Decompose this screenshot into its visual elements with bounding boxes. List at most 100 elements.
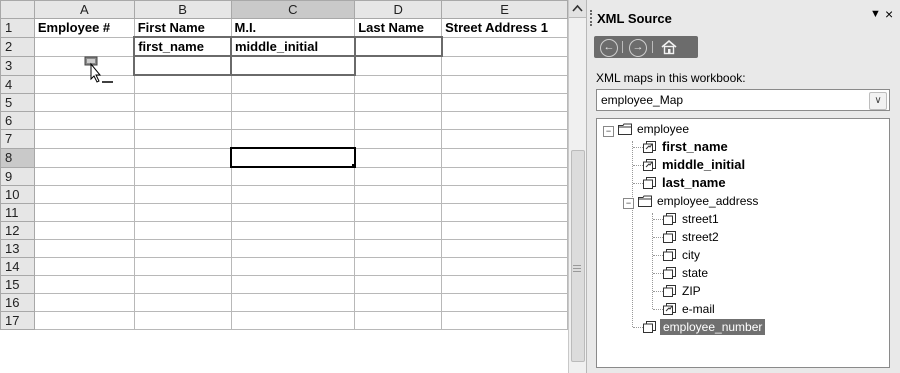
cell[interactable] <box>441 111 568 130</box>
cell-c3[interactable] <box>230 55 356 76</box>
cell[interactable] <box>354 147 443 168</box>
cell[interactable] <box>230 111 356 130</box>
cell[interactable] <box>33 239 135 258</box>
cell[interactable] <box>441 166 568 186</box>
cell[interactable] <box>441 221 568 240</box>
collapse-toggle[interactable]: − <box>603 126 614 137</box>
row-header-13[interactable]: 13 <box>0 239 35 258</box>
cell[interactable] <box>441 185 568 204</box>
cell[interactable] <box>230 129 356 149</box>
cell[interactable] <box>133 147 232 168</box>
row-header-10[interactable]: 10 <box>0 185 35 204</box>
cell-e1[interactable]: Street Address 1 <box>441 18 568 38</box>
row-header-14[interactable]: 14 <box>0 257 35 276</box>
cell[interactable] <box>441 93 568 112</box>
cell[interactable] <box>133 311 232 330</box>
cell[interactable] <box>230 275 356 294</box>
row-header-11[interactable]: 11 <box>0 203 35 222</box>
pane-close-button[interactable]: × <box>885 6 893 22</box>
cell[interactable] <box>230 239 356 258</box>
home-icon[interactable] <box>660 39 678 55</box>
row-header-9[interactable]: 9 <box>0 166 35 186</box>
cell[interactable] <box>133 275 232 294</box>
tree-node-zip[interactable]: ZIP <box>660 283 810 299</box>
cell[interactable] <box>441 257 568 276</box>
cell[interactable] <box>354 275 443 294</box>
active-cell-c8[interactable] <box>230 147 356 168</box>
cell[interactable] <box>230 221 356 240</box>
cell[interactable] <box>133 129 232 149</box>
select-all-corner[interactable] <box>0 0 35 19</box>
row-header-6[interactable]: 6 <box>0 111 35 130</box>
scroll-thumb[interactable] <box>571 150 585 362</box>
tree-node-email[interactable]: e-mail <box>660 301 810 317</box>
cell[interactable] <box>354 166 443 186</box>
row-header-12[interactable]: 12 <box>0 221 35 240</box>
row-header-8[interactable]: 8 <box>0 147 35 168</box>
cell[interactable] <box>230 311 356 330</box>
cell[interactable] <box>441 293 568 312</box>
column-header-c[interactable]: C <box>230 0 356 19</box>
cell-b3[interactable] <box>133 55 232 76</box>
cell[interactable] <box>230 166 356 186</box>
row-header-15[interactable]: 15 <box>0 275 35 294</box>
tree-node-employee[interactable]: employee <box>615 121 765 137</box>
select-dropdown-button[interactable]: ∨ <box>869 92 887 110</box>
cell[interactable] <box>230 257 356 276</box>
cell[interactable] <box>33 293 135 312</box>
cell[interactable] <box>133 166 232 186</box>
cell[interactable] <box>354 257 443 276</box>
cell[interactable] <box>354 311 443 330</box>
cell[interactable] <box>354 239 443 258</box>
row-header-5[interactable]: 5 <box>0 93 35 112</box>
tree-node-city[interactable]: city <box>660 247 810 263</box>
cell[interactable] <box>33 275 135 294</box>
cell[interactable] <box>33 129 135 149</box>
cell[interactable] <box>33 311 135 330</box>
row-header-4[interactable]: 4 <box>0 74 35 94</box>
cell-b2[interactable]: first_name <box>133 36 232 57</box>
row-header-3[interactable]: 3 <box>0 55 35 76</box>
cell[interactable] <box>441 74 568 94</box>
cell[interactable] <box>441 147 568 168</box>
cell-a1[interactable]: Employee # <box>33 18 135 38</box>
cell[interactable] <box>354 93 443 112</box>
cell[interactable] <box>33 93 135 112</box>
cell[interactable] <box>33 221 135 240</box>
cell[interactable] <box>133 239 232 258</box>
cell[interactable] <box>133 93 232 112</box>
tree-node-street2[interactable]: street2 <box>660 229 810 245</box>
column-header-e[interactable]: E <box>441 0 568 19</box>
cell[interactable] <box>230 93 356 112</box>
cell-a2[interactable] <box>33 36 135 57</box>
cell[interactable] <box>441 275 568 294</box>
cell[interactable] <box>441 55 568 76</box>
row-header-17[interactable]: 17 <box>0 311 35 330</box>
cell[interactable] <box>441 129 568 149</box>
column-header-a[interactable]: A <box>33 0 135 19</box>
cell-c1[interactable]: M.I. <box>230 18 356 38</box>
cell[interactable] <box>354 203 443 222</box>
tree-node-employee-number[interactable]: employee_number <box>640 319 820 335</box>
cell[interactable] <box>133 221 232 240</box>
cell[interactable] <box>354 55 443 76</box>
column-header-b[interactable]: B <box>133 0 232 19</box>
back-button[interactable]: ← <box>600 39 618 57</box>
cell[interactable] <box>33 147 135 168</box>
cell[interactable] <box>230 203 356 222</box>
row-header-1[interactable]: 1 <box>0 18 35 38</box>
cell[interactable] <box>441 239 568 258</box>
cell-b1[interactable]: First Name <box>133 18 232 38</box>
cell[interactable] <box>33 185 135 204</box>
row-header-2[interactable]: 2 <box>0 36 35 57</box>
xml-element-tree[interactable]: − employee first_name middle_initial las… <box>596 118 890 368</box>
tree-node-employee-address[interactable]: employee_address <box>635 193 805 209</box>
cell[interactable] <box>33 166 135 186</box>
cell[interactable] <box>133 111 232 130</box>
cell-d2[interactable] <box>353 36 443 57</box>
xml-map-select[interactable]: employee_Map ∨ <box>596 89 890 111</box>
pane-drag-handle[interactable] <box>590 10 594 26</box>
cell[interactable] <box>133 74 232 94</box>
cell[interactable] <box>133 203 232 222</box>
cell[interactable] <box>133 185 232 204</box>
